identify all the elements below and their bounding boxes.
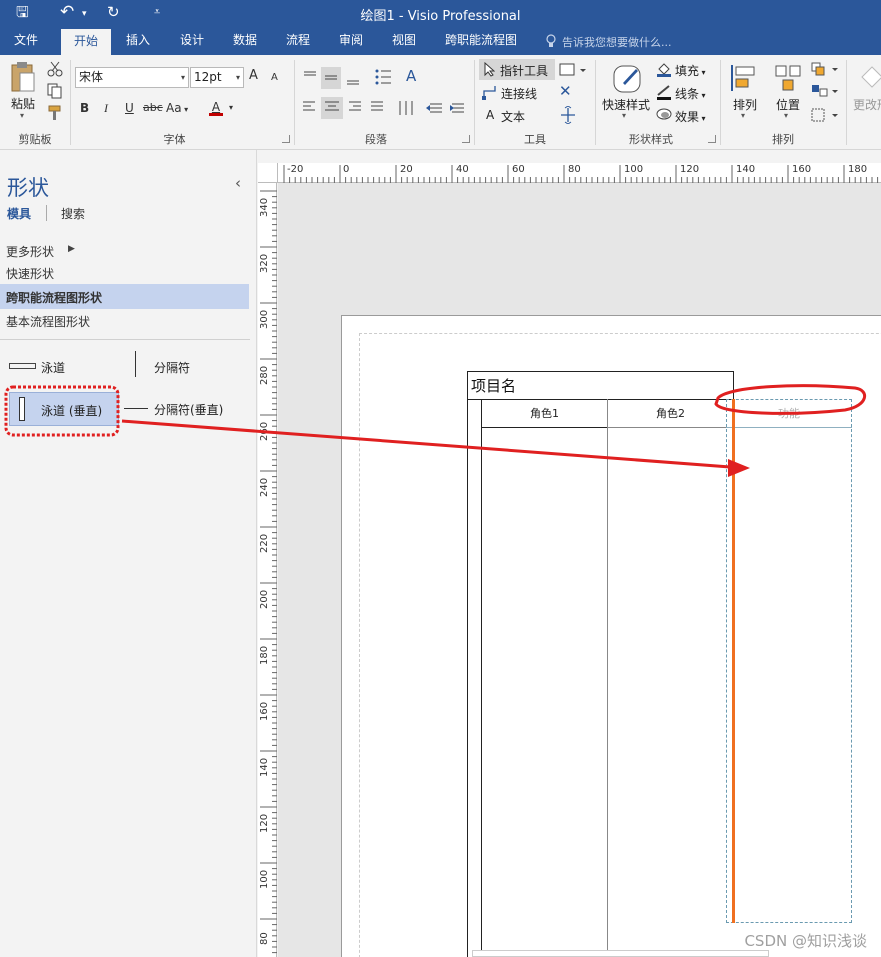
header-highlight-ellipse	[714, 384, 866, 415]
drag-arrow-head	[728, 459, 750, 477]
stencil-highlight-box	[4, 385, 120, 437]
drag-arrow-line	[121, 419, 731, 469]
annotation-layer	[4, 384, 866, 477]
visio-window: 🖫 ↶ ▾ ↻ ⩡ 绘图1 - Visio Professional 文件 开始…	[0, 0, 881, 957]
watermark: CSDN @知识浅谈	[744, 932, 867, 950]
